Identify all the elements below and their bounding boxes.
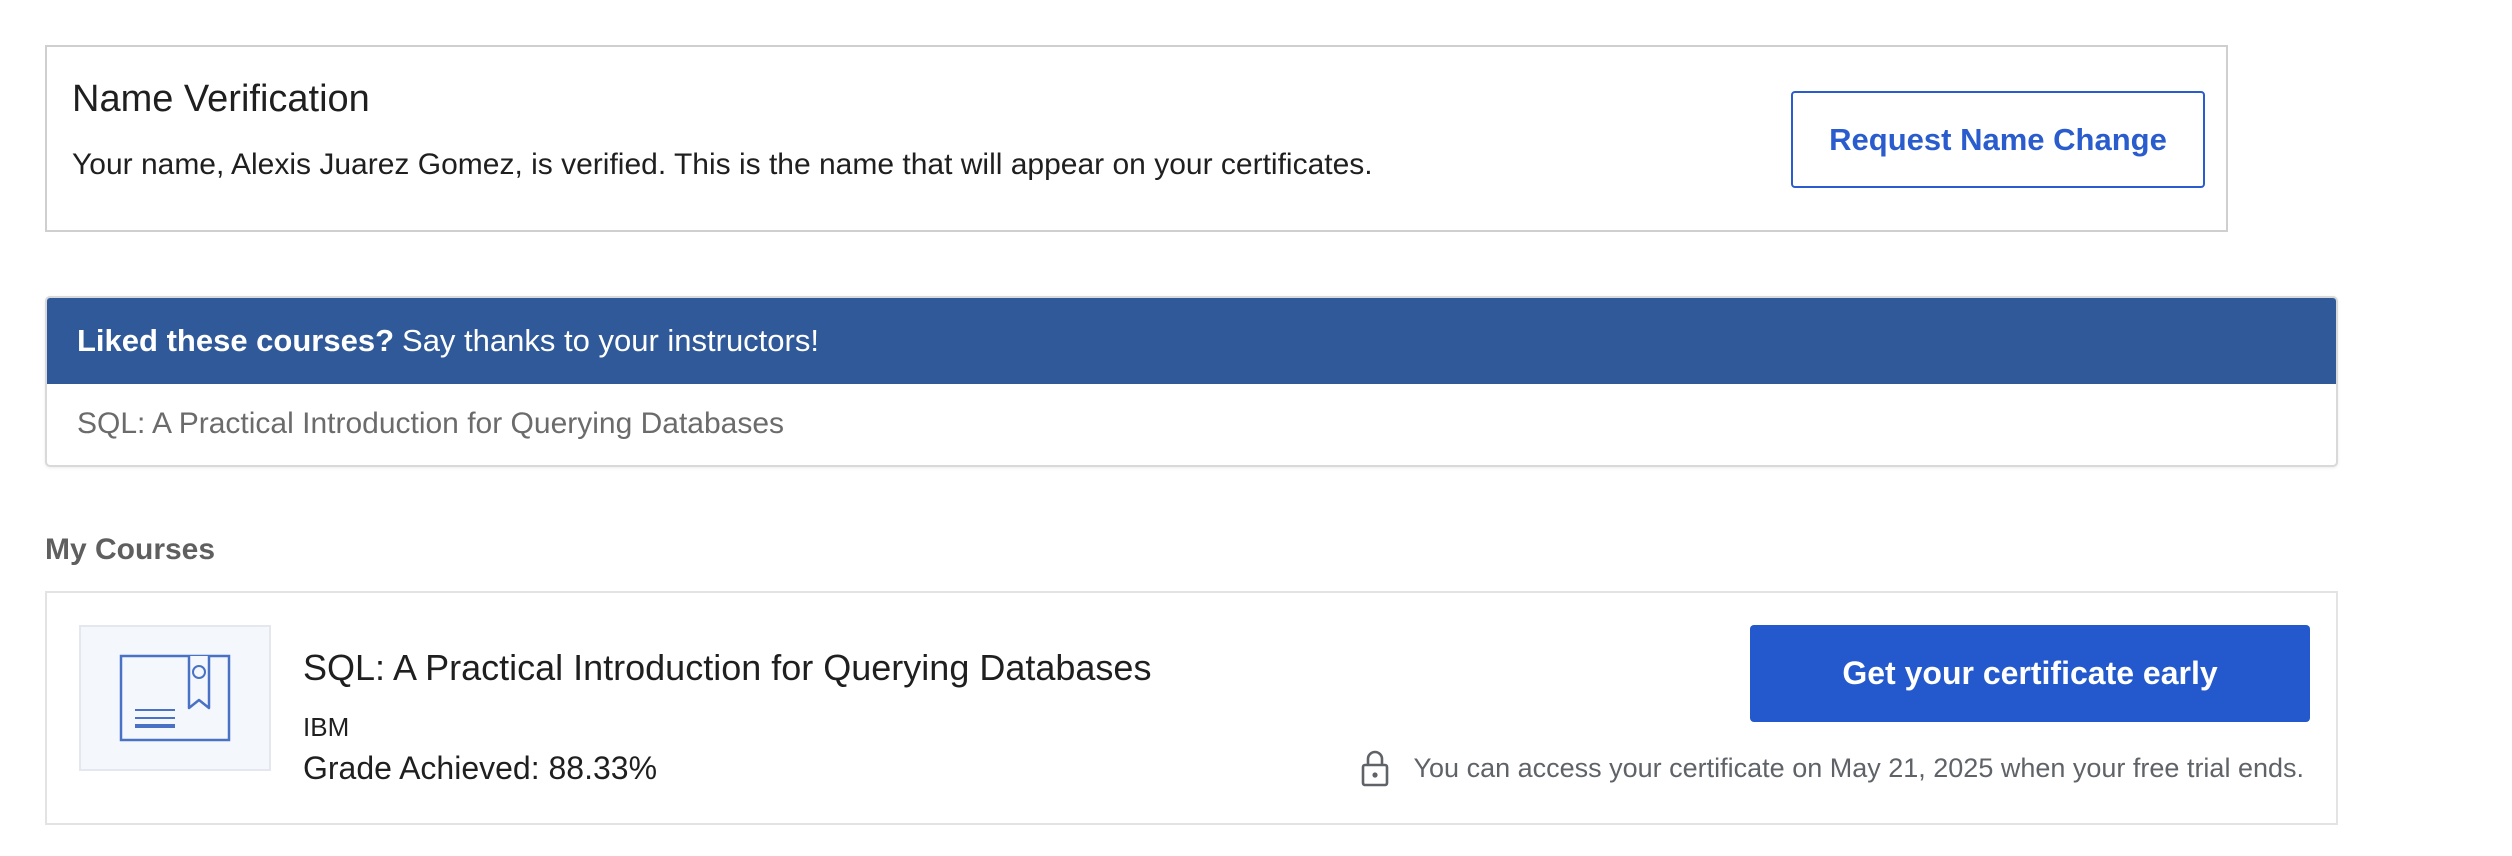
thank-instructors-card: Liked these courses? Say thanks to your … [45, 296, 2338, 467]
thank-instructors-course-link[interactable]: SQL: A Practical Introduction for Queryi… [77, 406, 784, 442]
course-grade: Grade Achieved: 88.33% [303, 750, 658, 786]
name-verification-title: Name Verification [72, 78, 370, 120]
course-thumbnail [79, 625, 271, 771]
lock-icon [1361, 750, 1388, 787]
name-verification-card: Name Verification Your name, Alexis Juar… [45, 45, 2228, 232]
get-certificate-button[interactable]: Get your certificate early [1750, 625, 2310, 722]
thank-instructors-heading: Liked these courses? [77, 323, 395, 358]
name-verification-message: Your name, Alexis Juarez Gomez, is verif… [72, 148, 1373, 181]
certificate-icon [119, 654, 231, 742]
thank-instructors-banner: Liked these courses? Say thanks to your … [47, 298, 2336, 384]
request-name-change-button[interactable]: Request Name Change [1791, 91, 2205, 188]
course-card: SQL: A Practical Introduction for Queryi… [45, 591, 2338, 825]
thank-instructors-subtext: Say thanks to your instructors! [402, 323, 819, 358]
course-title[interactable]: SQL: A Practical Introduction for Queryi… [303, 647, 1151, 689]
course-partner: IBM [303, 712, 350, 742]
certificate-availability-text: You can access your certificate on May 2… [1413, 753, 2305, 783]
certificate-availability-note: You can access your certificate on May 2… [1360, 749, 2305, 787]
my-courses-heading: My Courses [45, 533, 216, 566]
